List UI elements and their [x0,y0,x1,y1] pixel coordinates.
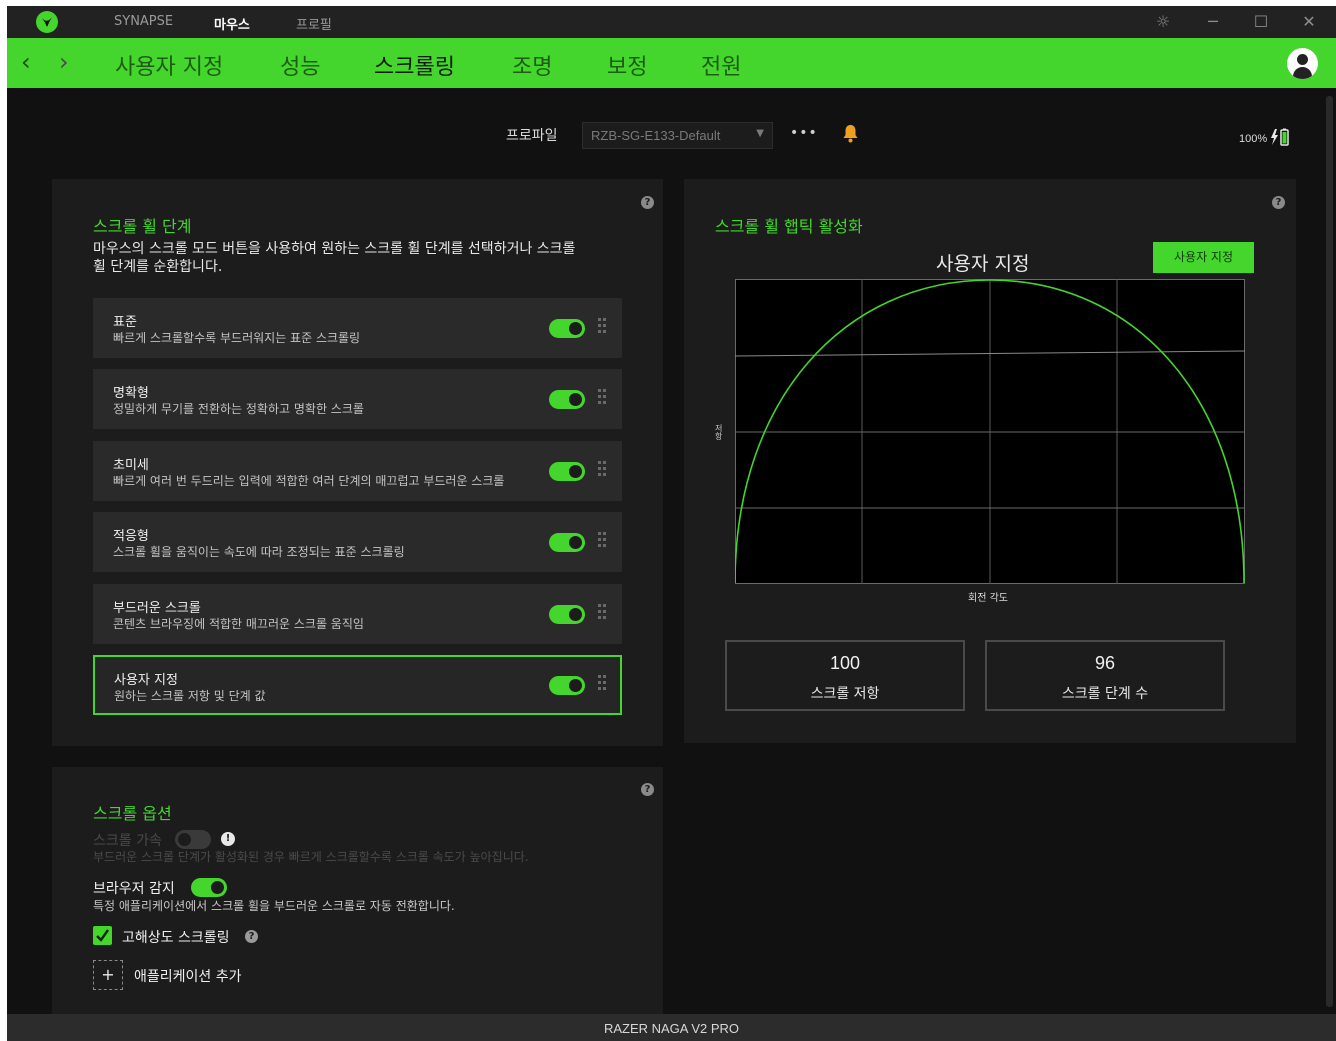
nav-tab-power[interactable]: 전원 [701,49,741,81]
stage-row-standard[interactable]: 표준 빠르게 스크롤할수록 부드러워지는 표준 스크롤링 [93,298,622,358]
panel-description-line1: 마우스의 스크롤 모드 버튼을 사용하여 원하는 스크롤 휠 단계를 선택하거나… [93,241,576,257]
drag-handle-icon[interactable] [598,461,608,481]
browser-detection-toggle[interactable] [191,878,227,897]
drag-handle-icon[interactable] [598,389,608,409]
scroll-acceleration-label: 스크롤 가속 [93,833,162,849]
profile-value: RZB-SG-E133-Default [591,128,721,143]
stage-name: 부드러운 스크롤 [113,601,201,616]
steps-value: 96 [1094,653,1116,673]
forward-arrow-icon[interactable]: › [59,48,69,76]
hires-scrolling-checkbox[interactable] [93,926,112,945]
scrollbar[interactable] [1326,96,1333,1007]
settings-gear-icon[interactable]: ☼ [1153,12,1173,32]
stage-name: 사용자 지정 [114,673,178,688]
more-options-button[interactable]: ••• [790,125,818,141]
stage-toggle[interactable] [549,533,585,552]
stage-description: 스크롤 휠을 움직이는 속도에 따라 조정되는 표준 스크롤링 [113,545,405,559]
stage-toggle[interactable] [549,390,585,409]
panel-title: 스크롤 휠 단계 [93,217,192,236]
scroll-steps-box[interactable]: 96 스크롤 단계 수 [985,640,1225,711]
scroll-resistance-box[interactable]: 100 스크롤 저항 [725,640,965,711]
stage-row-adaptive[interactable]: 적응형 스크롤 휠을 움직이는 속도에 따라 조정되는 표준 스크롤링 [93,512,622,572]
tab-mouse[interactable]: 마우스 [214,14,250,33]
warning-icon[interactable]: ! [221,832,235,846]
device-footer: RAZER NAGA V2 PRO [7,1014,1336,1041]
stage-description: 원하는 스크롤 저항 및 단계 값 [114,689,266,703]
help-icon[interactable]: ? [641,783,654,796]
stage-toggle[interactable] [549,605,585,624]
panel-title: 스크롤 옵션 [93,804,172,823]
bell-icon[interactable] [842,124,859,147]
stage-row-ultrafine[interactable]: 초미세 빠르게 여러 번 두드리는 입력에 적합한 여러 단계의 매끄럽고 부드… [93,441,622,501]
stage-row-custom[interactable]: 사용자 지정 원하는 스크롤 저항 및 단계 값 [93,655,622,715]
resistance-value: 100 [829,653,861,673]
maximize-icon[interactable]: ☐ [1251,12,1271,32]
section-nav: ‹ › 사용자 지정 성능 스크롤링 조명 보정 전원 [7,38,1336,88]
drag-handle-icon[interactable] [598,532,608,552]
x-axis-label: 회전 각도 [968,593,1008,604]
haptic-curve-chart[interactable] [735,279,1246,586]
stage-name: 적응형 [113,529,149,544]
nav-tab-scrolling[interactable]: 스크롤링 [374,49,455,81]
steps-label: 스크롤 단계 수 [1061,686,1149,702]
stage-name: 명확형 [113,386,149,401]
back-arrow-icon[interactable]: ‹ [21,48,31,76]
user-avatar[interactable] [1287,48,1318,79]
stage-row-smooth[interactable]: 부드러운 스크롤 콘텐츠 브라우징에 적합한 매끄러운 스크롤 움직임 [93,584,622,644]
browser-detection-label: 브라우저 감지 [93,881,175,897]
battery-percentage: 100% [1239,133,1268,145]
title-bar: SYNAPSE 마우스 프로필 ☼ ─ ☐ ✕ [7,6,1336,38]
tab-profiles[interactable]: 프로필 [296,14,332,33]
nav-tab-lighting[interactable]: 조명 [512,49,552,81]
add-application-label[interactable]: 애플리케이션 추가 [134,966,242,986]
help-icon[interactable]: ? [1272,196,1285,209]
stage-description: 정밀하게 무기를 전환하는 정확하고 명확한 스크롤 [113,402,364,416]
chevron-down-icon: ▼ [756,128,764,139]
stage-toggle[interactable] [549,462,585,481]
stage-toggle[interactable] [549,319,585,338]
nav-tab-customize[interactable]: 사용자 지정 [115,49,223,81]
close-icon[interactable]: ✕ [1299,12,1319,32]
resistance-label: 스크롤 저항 [810,686,880,702]
drag-handle-icon[interactable] [598,675,608,695]
chart-title: 사용자 지정 [936,253,1030,275]
scroll-acceleration-toggle[interactable] [175,830,211,849]
stage-name: 초미세 [113,458,149,473]
synapse-window: SYNAPSE 마우스 프로필 ☼ ─ ☐ ✕ ‹ › 사용자 지정 성능 스크… [7,6,1336,1041]
nav-tab-performance[interactable]: 성능 [280,49,320,81]
drag-handle-icon[interactable] [598,604,608,624]
razer-logo-icon [36,11,58,33]
help-icon[interactable]: ? [245,930,258,943]
scroll-stages-panel: ? 스크롤 휠 단계 마우스의 스크롤 모드 버튼을 사용하여 원하는 스크롤 … [52,179,663,746]
haptic-panel: ? 스크롤 휠 햅틱 활성화 사용자 지정 사용자 지정 저항 회전 각도 10… [684,179,1296,743]
stage-description: 빠르게 스크롤할수록 부드러워지는 표준 스크롤링 [113,331,361,345]
nav-tab-calibration[interactable]: 보정 [607,49,647,81]
panel-title: 스크롤 휠 햅틱 활성화 [715,217,863,236]
y-axis-label: 저항 [715,424,723,441]
stage-name: 표준 [113,315,137,330]
stage-toggle[interactable] [549,676,585,695]
scroll-acceleration-description: 부드러운 스크롤 단계가 활성화된 경우 빠르게 스크롤할수록 스크롤 속도가 … [93,850,529,864]
device-name: RAZER NAGA V2 PRO [603,1021,740,1036]
stage-description: 빠르게 여러 번 두드리는 입력에 적합한 여러 단계의 매끄럽고 부드러운 스… [113,474,505,488]
battery-charging-icon [1270,128,1290,150]
profile-dropdown[interactable]: RZB-SG-E133-Default ▼ [582,122,773,149]
add-application-button[interactable]: + [93,960,123,990]
hires-scrolling-label: 고해상도 스크롤링 [122,930,230,946]
stage-description: 콘텐츠 브라우징에 적합한 매끄러운 스크롤 움직임 [113,617,364,631]
browser-detection-description: 특정 애플리케이션에서 스크롤 휠을 부드러운 스크롤로 자동 전환합니다. [93,899,455,913]
tab-synapse[interactable]: SYNAPSE [114,14,173,29]
panel-description-line2: 휠 단계를 순환합니다. [93,259,223,275]
drag-handle-icon[interactable] [598,318,608,338]
profile-label: 프로파일 [506,128,558,144]
custom-preset-button[interactable]: 사용자 지정 [1153,242,1254,273]
help-icon[interactable]: ? [641,196,654,209]
stage-row-tactile[interactable]: 명확형 정밀하게 무기를 전환하는 정확하고 명확한 스크롤 [93,369,622,429]
scroll-options-panel: ? 스크롤 옵션 스크롤 가속 ! 부드러운 스크롤 단계가 활성화된 경우 빠… [52,767,663,1014]
minimize-icon[interactable]: ─ [1203,12,1223,32]
